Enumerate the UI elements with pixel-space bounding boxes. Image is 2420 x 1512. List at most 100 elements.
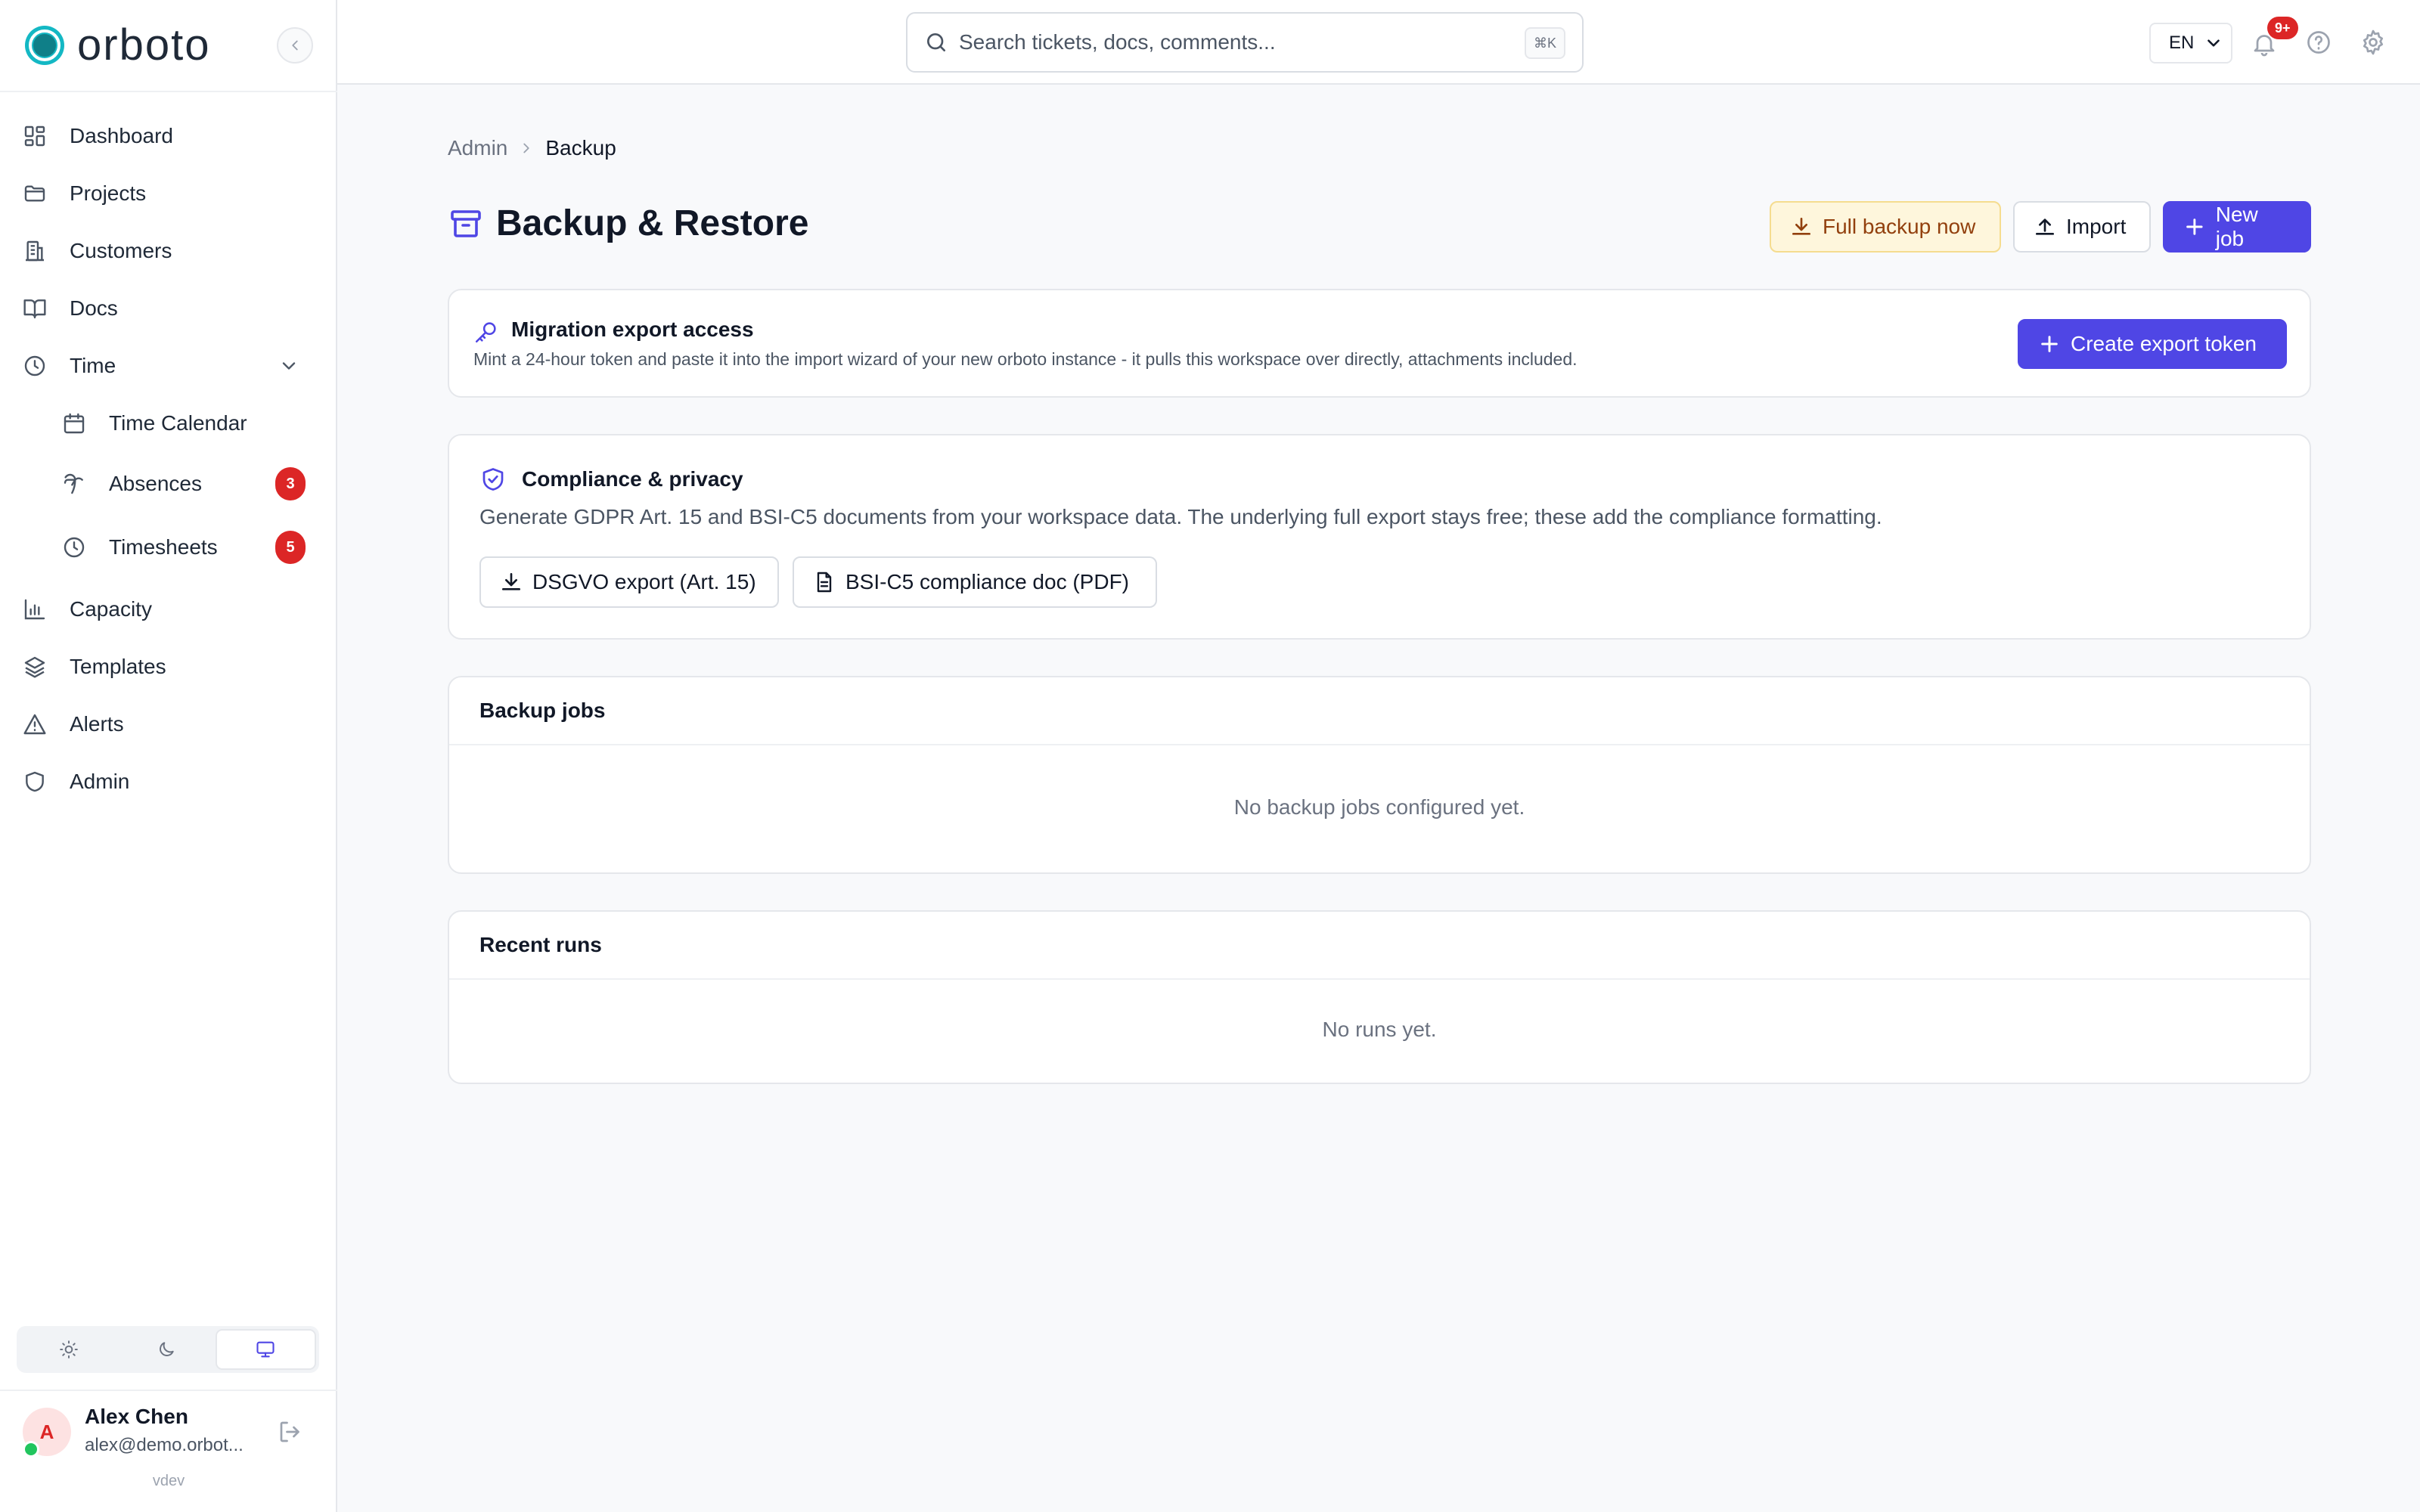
full-backup-button[interactable]: Full backup now <box>1770 201 2001 253</box>
book-icon <box>23 299 46 319</box>
gear-icon[interactable] <box>2360 29 2387 56</box>
divider <box>0 91 337 92</box>
migration-title: Migration export access <box>511 318 754 341</box>
new-job-button[interactable]: New job <box>2163 201 2311 253</box>
sun-icon <box>59 1340 78 1359</box>
sidebar-item-capacity[interactable]: Capacity <box>23 587 313 632</box>
shield-icon <box>26 771 44 792</box>
theme-dark-button[interactable] <box>117 1329 215 1370</box>
import-label: Import <box>2066 215 2127 238</box>
calendar-icon <box>64 413 85 434</box>
migration-export-card: Migration export access Mint a 24-hour t… <box>448 289 2311 398</box>
import-button[interactable]: Import <box>2013 201 2151 253</box>
sidebar-item-time[interactable]: Time <box>23 343 313 389</box>
sidebar-item-label: Projects <box>70 181 147 205</box>
layers-icon <box>24 656 45 678</box>
theme-toggle <box>17 1326 319 1373</box>
new-job-label: New job <box>2215 203 2258 250</box>
sidebar-item-label: Absences <box>109 472 202 495</box>
file-text-icon <box>817 572 832 593</box>
breadcrumb: Admin Backup <box>448 136 616 160</box>
absences-count-badge: 3 <box>275 467 306 500</box>
sidebar-item-customers[interactable]: Customers <box>23 228 313 274</box>
search-icon <box>927 33 945 51</box>
moon-icon <box>160 1342 174 1356</box>
full-backup-label: Full backup now <box>1823 215 1976 238</box>
user-email: alex@demo.orbot... <box>85 1435 244 1455</box>
upload-icon <box>2036 218 2054 235</box>
palm-tree-icon <box>64 473 83 494</box>
alert-triangle-icon <box>23 714 46 735</box>
sidebar-item-label: Dashboard <box>70 124 173 147</box>
bar-chart-icon <box>24 599 45 620</box>
sidebar-item-label: Alerts <box>70 712 124 736</box>
recent-runs-card: Recent runs No runs yet. <box>448 910 2311 1084</box>
sidebar-item-timesheets[interactable]: Timesheets 5 <box>62 525 313 570</box>
search-box[interactable]: ⌘K <box>906 12 1584 73</box>
chevron-left-icon <box>292 40 298 51</box>
sidebar-item-dashboard[interactable]: Dashboard <box>23 113 313 159</box>
dashboard-icon <box>24 125 45 147</box>
shield-check-icon <box>482 468 504 491</box>
monitor-icon <box>256 1341 275 1358</box>
search-input[interactable] <box>959 30 1503 54</box>
sidebar-item-projects[interactable]: Projects <box>23 171 313 216</box>
backup-jobs-title: Backup jobs <box>449 677 2310 745</box>
recent-runs-empty-state: No runs yet. <box>1322 1018 1437 1041</box>
plus-icon <box>2186 218 2203 235</box>
language-select[interactable]: EN <box>2149 23 2232 64</box>
app-version: vdev <box>152 1473 185 1489</box>
breadcrumb-current: Backup <box>545 136 616 160</box>
theme-light-button[interactable] <box>20 1329 117 1370</box>
backup-jobs-card: Backup jobs No backup jobs configured ye… <box>448 676 2311 874</box>
recent-runs-title: Recent runs <box>449 912 2310 980</box>
backup-jobs-empty-state: No backup jobs configured yet. <box>1233 795 1525 819</box>
sidebar-item-absences[interactable]: Absences 3 <box>62 461 313 507</box>
sidebar-item-label: Customers <box>70 239 172 262</box>
brand[interactable]: orboto <box>23 23 210 68</box>
sidebar-item-templates[interactable]: Templates <box>23 644 313 689</box>
sidebar-item-label: Timesheets <box>109 535 218 559</box>
sidebar-item-label: Admin <box>70 770 130 793</box>
logout-icon[interactable] <box>277 1418 304 1445</box>
key-icon <box>475 322 496 343</box>
download-icon <box>1792 218 1810 235</box>
compliance-title: Compliance & privacy <box>522 467 743 491</box>
building-icon <box>26 240 44 262</box>
collapse-sidebar-button[interactable] <box>277 27 313 64</box>
download-icon <box>502 573 520 590</box>
dsgvo-export-label: DSGVO export (Art. 15) <box>532 570 756 593</box>
create-export-token-button[interactable]: Create export token <box>2018 319 2287 369</box>
sidebar-item-label: Templates <box>70 655 166 678</box>
divider <box>0 1390 337 1391</box>
migration-description: Mint a 24-hour token and paste it into t… <box>473 349 1578 369</box>
orboto-logo-icon <box>25 26 64 65</box>
user-name: Alex Chen <box>85 1405 188 1428</box>
sidebar-item-label: Docs <box>70 296 118 320</box>
compliance-card: Compliance & privacy Generate GDPR Art. … <box>448 434 2311 640</box>
archive-icon <box>451 209 481 237</box>
brand-name: orboto <box>77 20 211 70</box>
sidebar-item-admin[interactable]: Admin <box>23 759 313 804</box>
create-export-token-label: Create export token <box>2071 332 2257 355</box>
breadcrumb-admin-link[interactable]: Admin <box>448 136 507 160</box>
chevron-down-icon <box>282 362 296 370</box>
dsgvo-export-button[interactable]: DSGVO export (Art. 15) <box>479 556 779 608</box>
online-status-indicator <box>23 1441 39 1458</box>
help-icon[interactable] <box>2305 29 2332 56</box>
sidebar: orboto Dashboard Projects Customers Docs… <box>0 0 337 1512</box>
sidebar-item-label: Capacity <box>70 597 152 621</box>
sidebar-item-docs[interactable]: Docs <box>23 286 313 331</box>
folder-icon <box>24 185 45 202</box>
chevron-down-icon <box>2207 39 2220 47</box>
sidebar-item-time-calendar[interactable]: Time Calendar <box>62 401 313 446</box>
sidebar-item-label: Time <box>70 354 116 377</box>
bsi-c5-doc-button[interactable]: BSI-C5 compliance doc (PDF) <box>793 556 1157 608</box>
chevron-right-icon <box>523 143 530 153</box>
sidebar-item-alerts[interactable]: Alerts <box>23 702 313 747</box>
plus-icon <box>2041 336 2058 352</box>
theme-system-button[interactable] <box>215 1329 316 1370</box>
sidebar-item-label: Time Calendar <box>109 411 247 435</box>
search-shortcut-hint: ⌘K <box>1524 27 1565 59</box>
page-header: Backup & Restore <box>448 203 808 244</box>
